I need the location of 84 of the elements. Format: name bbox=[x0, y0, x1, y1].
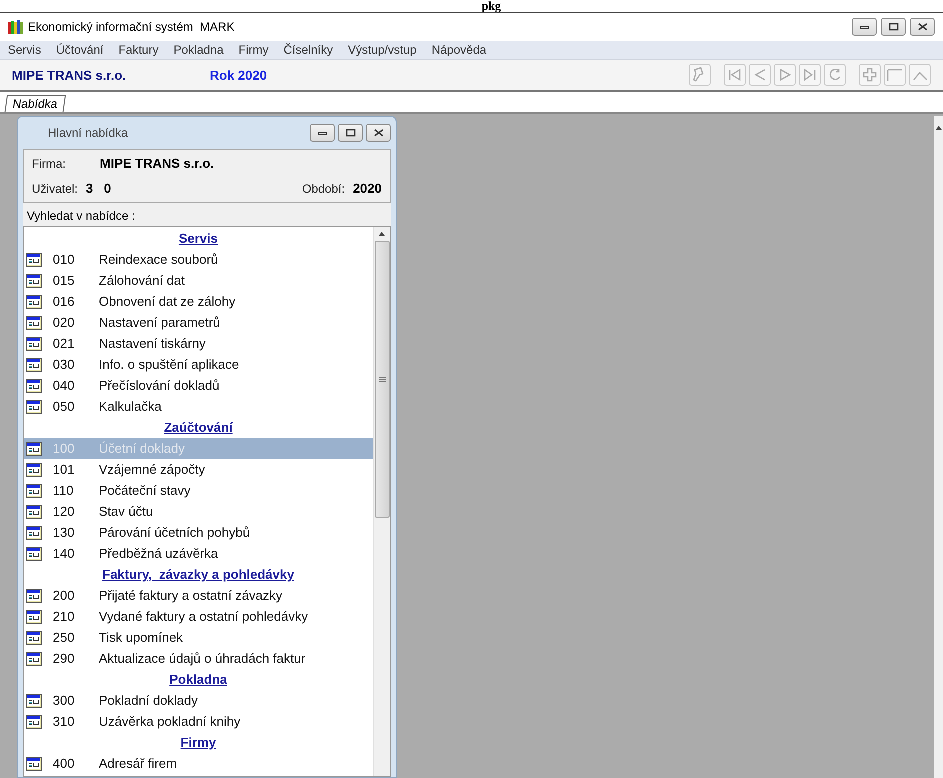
close-icon bbox=[918, 23, 928, 31]
menu-row[interactable]: 290 Aktualizace údajů o úhradách faktur bbox=[24, 648, 373, 669]
form-icon bbox=[26, 484, 42, 498]
company-name: MIPE TRANS s.r.o. bbox=[12, 68, 128, 82]
minimize-icon bbox=[860, 24, 870, 30]
menu-row[interactable]: 140 Předběžná uzávěrka bbox=[24, 543, 373, 564]
menu-item[interactable]: Účtování bbox=[56, 43, 104, 57]
form-icon bbox=[26, 652, 42, 666]
minimize-icon bbox=[318, 130, 328, 136]
menu-row[interactable]: 020 Nastavení parametrů bbox=[24, 312, 373, 333]
menu-row[interactable]: 021 Nastavení tiskárny bbox=[24, 333, 373, 354]
menu-item[interactable]: Faktury bbox=[118, 43, 159, 57]
menu-row[interactable]: 110 Počáteční stavy bbox=[24, 480, 373, 501]
search-label: Vyhledat v nabídce : bbox=[26, 208, 136, 225]
window-close-button[interactable] bbox=[910, 18, 935, 36]
menu-row[interactable]: 250 Tisk upomínek bbox=[24, 627, 373, 648]
form-icon bbox=[26, 442, 42, 456]
form-icon bbox=[26, 274, 42, 288]
scroll-thumb[interactable] bbox=[374, 241, 390, 518]
form-icon bbox=[26, 694, 42, 708]
child-minimize-button[interactable] bbox=[310, 124, 335, 142]
menu-item[interactable]: Firmy bbox=[238, 43, 269, 57]
section-heading: Pokladna bbox=[170, 672, 228, 687]
menu-item[interactable]: Servis bbox=[8, 43, 42, 57]
page-heading: pkg bbox=[482, 0, 502, 12]
form-icon bbox=[26, 252, 42, 266]
form-icon bbox=[26, 588, 42, 602]
menu-row[interactable]: 130 Párování účetních pohybů bbox=[24, 522, 373, 543]
section-heading: Zaúčtování bbox=[164, 420, 233, 435]
form-icon bbox=[26, 546, 42, 560]
form-icon bbox=[26, 714, 42, 728]
close-icon bbox=[374, 129, 384, 137]
menu-row[interactable]: 030 Info. o spuštění aplikace bbox=[24, 354, 373, 375]
menu-row[interactable]: 050 Kalkulačka bbox=[24, 396, 373, 417]
form-icon bbox=[26, 504, 42, 518]
section-heading: Firmy bbox=[180, 735, 216, 750]
year-label: Rok 2020 bbox=[210, 68, 268, 82]
menu-row[interactable]: 101 Vzájemné zápočty bbox=[24, 459, 373, 480]
menu-item[interactable]: Nápověda bbox=[432, 43, 487, 57]
form-icon bbox=[26, 756, 42, 770]
menu-row[interactable]: 040 Přečíslování dokladů bbox=[24, 375, 373, 396]
form-icon bbox=[26, 526, 42, 540]
section-heading: Servis bbox=[178, 231, 218, 246]
form-icon bbox=[26, 400, 42, 414]
menu-row[interactable]: 200 Přijaté faktury a ostatní závazky bbox=[24, 585, 373, 606]
window-minimize-button[interactable] bbox=[852, 18, 877, 36]
scrollbar[interactable] bbox=[373, 227, 390, 776]
child-window-title: Hlavní nabídka bbox=[47, 126, 130, 140]
menu-row[interactable]: 400 Adresář firem bbox=[24, 753, 373, 774]
form-icon bbox=[26, 336, 42, 350]
form-icon bbox=[26, 462, 42, 476]
form-icon bbox=[26, 294, 42, 308]
maximize-icon bbox=[888, 23, 898, 31]
menu-row[interactable]: 016 Obnovení dat ze zálohy bbox=[24, 291, 373, 312]
period-value: 2020 bbox=[353, 181, 382, 196]
form-icon bbox=[26, 358, 42, 372]
firm-label: Firma: bbox=[32, 156, 67, 170]
scrollbar[interactable] bbox=[934, 116, 943, 778]
menu-row[interactable]: 310 Uzávěrka pokladní knihy bbox=[24, 711, 373, 732]
window-maximize-button[interactable] bbox=[881, 18, 906, 36]
form-icon bbox=[26, 378, 42, 392]
user-label: Uživatel: bbox=[32, 182, 78, 196]
menu-row[interactable]: 120 Stav účtu bbox=[24, 501, 373, 522]
menu-row[interactable]: 010 Reindexace souborů bbox=[24, 249, 373, 270]
form-icon bbox=[26, 630, 42, 644]
form-icon bbox=[26, 610, 42, 624]
add-icon bbox=[861, 66, 879, 84]
menu-row[interactable]: 300 Pokladní doklady bbox=[24, 690, 373, 711]
maximize-icon bbox=[346, 129, 356, 137]
period-label: Období: bbox=[302, 182, 346, 196]
menu-row[interactable]: 015 Zálohování dat bbox=[24, 270, 373, 291]
menu-item[interactable]: Číselníky bbox=[284, 43, 334, 57]
tab[interactable]: Nabídka bbox=[4, 95, 66, 112]
form-icon bbox=[26, 316, 42, 330]
window-title: Ekonomický informační systém MARK bbox=[28, 20, 236, 34]
user-value: 3 0 bbox=[86, 181, 112, 196]
menu-row[interactable]: 210 Vydané faktury a ostatní pohledávky bbox=[24, 606, 373, 627]
menu-item[interactable]: Pokladna bbox=[174, 43, 224, 57]
child-close-button[interactable] bbox=[366, 124, 391, 142]
firm-value: MIPE TRANS s.r.o. bbox=[100, 156, 216, 171]
menu-item[interactable]: Výstup/vstup bbox=[348, 43, 417, 57]
books-icon bbox=[8, 20, 24, 34]
child-maximize-button[interactable] bbox=[338, 124, 363, 142]
section-heading: Faktury, závazky a pohledávky bbox=[102, 567, 294, 582]
